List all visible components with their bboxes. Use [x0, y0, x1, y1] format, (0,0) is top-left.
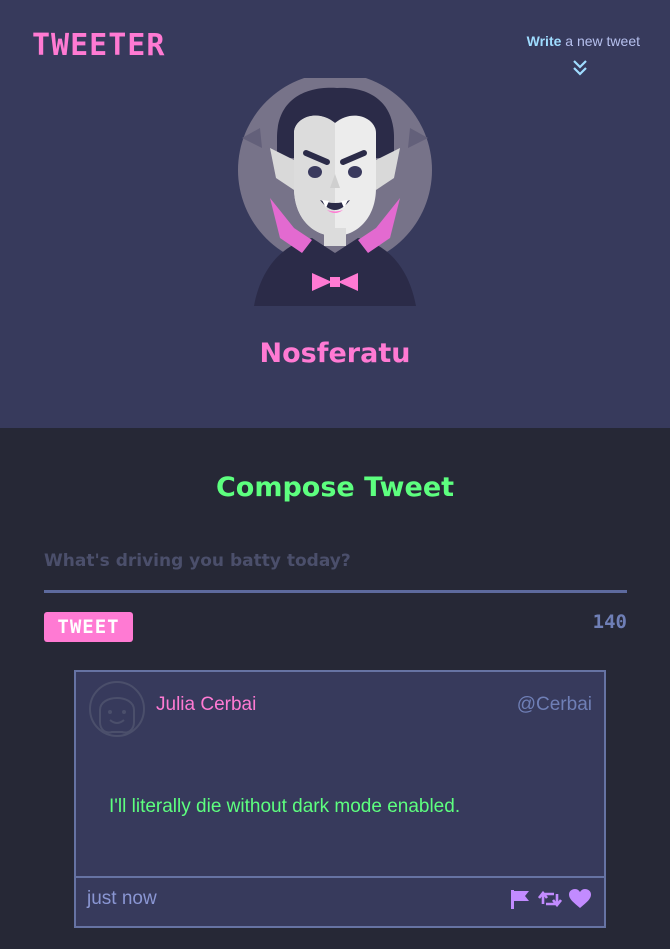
character-counter: 140 — [592, 611, 627, 633]
tweet-card: Julia Cerbai @Cerbai I'll literally die … — [74, 670, 606, 928]
profile-avatar — [232, 73, 438, 308]
app-logo[interactable]: Tweeter — [32, 28, 165, 63]
tweet-author-handle[interactable]: @Cerbai — [517, 694, 592, 716]
heart-icon[interactable] — [568, 888, 592, 910]
compose-input[interactable] — [44, 532, 627, 590]
tweet-actions — [508, 888, 592, 910]
tweet-text: I'll literally die without dark mode ena… — [109, 796, 461, 817]
tweet-footer: just now — [76, 876, 604, 928]
double-chevron-down-icon[interactable] — [571, 58, 589, 78]
header: Tweeter Write a new tweet — [0, 0, 670, 428]
retweet-icon[interactable] — [537, 888, 563, 910]
profile-name: Nosferatu — [259, 338, 411, 369]
tweet-timestamp: just now — [87, 888, 157, 909]
tweet-button[interactable]: TWEET — [44, 612, 133, 642]
write-new-tweet-link[interactable]: Write a new tweet — [527, 33, 640, 49]
write-link-bold: Write — [526, 33, 562, 49]
compose-underline — [44, 590, 627, 593]
compose-title: Compose Tweet — [215, 472, 455, 503]
flag-icon[interactable] — [508, 888, 532, 910]
write-link-text: a new tweet — [561, 33, 640, 49]
vampire-avatar-icon — [238, 73, 432, 306]
tweet-author-name[interactable]: Julia Cerbai — [156, 694, 256, 716]
user-avatar-icon — [89, 681, 145, 737]
